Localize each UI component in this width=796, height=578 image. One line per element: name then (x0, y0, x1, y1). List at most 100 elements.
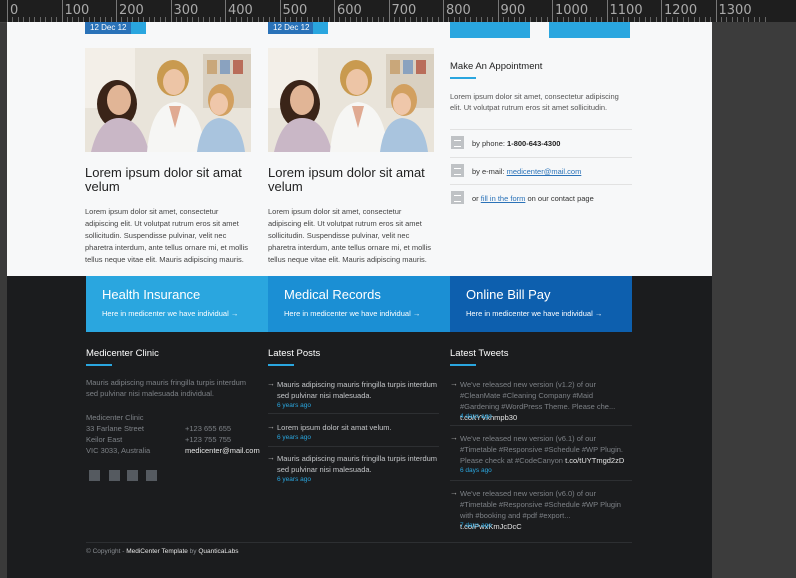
post-date: 6 years ago (277, 434, 311, 441)
footer-tweets-heading: Latest Tweets (450, 348, 509, 359)
form-prefix: or (472, 194, 479, 203)
ruler-label: 1200 (664, 3, 698, 18)
clinic-address-line: Medicenter Clinic (86, 413, 144, 422)
ruler-tick: 800 (443, 0, 471, 22)
author-link[interactable]: QuanticaLabs (198, 548, 238, 555)
email-link[interactable]: medicenter@mail.com (507, 167, 582, 176)
ruler-tick: 600 (334, 0, 362, 22)
phone-prefix: by phone: (472, 139, 505, 148)
blog-section: 12 Dec 12 12 Dec 12 Lorem ipsum dolor si… (7, 22, 712, 276)
ruler-tick: 500 (279, 0, 307, 22)
ruler-label: 500 (282, 3, 308, 18)
ruler: 0 100 200 300 400 500 600 700 800 900 1000 1100 1200… (0, 0, 796, 23)
ruler-tick: 100 (61, 0, 89, 22)
post-date-badge: 12 Dec 12 (268, 22, 315, 34)
post-title-link[interactable]: Lorem ipsum dolor sit amat velum (268, 166, 438, 194)
tweet-link[interactable]: t.co/tUYTmgd2zD (565, 456, 624, 465)
appointment-heading: Make An Appointment (450, 61, 543, 72)
cta-title: Health Insurance (102, 287, 201, 302)
arrow-right-icon: → (267, 422, 275, 431)
copyright: © Copyright - MediCenter Template by Qua… (86, 548, 238, 555)
footer-post-link[interactable]: Mauris adipiscing mauris fringilla turpi… (277, 453, 439, 475)
mail-icon[interactable] (146, 470, 157, 481)
post-excerpt: Lorem ipsum dolor sit amet, consectetur … (85, 207, 248, 264)
twitter-icon[interactable] (109, 470, 120, 481)
phone-icon (451, 136, 464, 149)
tweet-date[interactable]: 7 days ago (460, 522, 492, 529)
contact-form-link[interactable]: fill in the form (481, 194, 526, 203)
heading-accent (268, 364, 294, 366)
footer-post-link[interactable]: Mauris adipiscing mauris fringilla turpi… (277, 379, 439, 401)
ruler-tick: 1200 (661, 0, 697, 22)
appointment-text: Lorem ipsum dolor sit amet, consectetur … (450, 92, 619, 112)
divider (450, 425, 632, 426)
mail-icon (451, 164, 464, 177)
ruler-tick: 200 (116, 0, 144, 22)
email-prefix: by e-mail: (472, 167, 505, 176)
template-link[interactable]: MediCenter Template (126, 548, 188, 555)
ruler-tick: 1000 (552, 0, 588, 22)
ruler-label: 200 (119, 3, 144, 18)
heading-accent (86, 364, 112, 366)
footer-divider (86, 542, 632, 543)
ruler-label: 1000 (555, 3, 589, 18)
webpage-canvas: 12 Dec 12 12 Dec 12 Lorem ipsum dolor si… (7, 22, 712, 578)
post-image[interactable] (268, 48, 434, 152)
cta-title: Medical Records (284, 287, 381, 302)
tweet-date[interactable]: 4 days ago (460, 413, 492, 420)
arrow-right-icon: → (450, 488, 458, 497)
form-suffix: on our contact page (527, 194, 594, 203)
comments-badge[interactable] (131, 22, 146, 34)
footer-posts-heading: Latest Posts (268, 348, 321, 359)
footer-post-link[interactable]: Lorem ipsum dolor sit amat velum. (277, 422, 439, 433)
post-title-link[interactable]: Lorem ipsum dolor sit amat velum (85, 166, 255, 194)
post-image[interactable] (85, 48, 251, 152)
copyright-by: by (187, 548, 199, 555)
post-date-badge: 12 Dec 12 (85, 22, 132, 34)
ruler-label: 300 (173, 3, 199, 18)
cta-subtitle: Here in medicenter we have individual → (466, 309, 603, 318)
phone-number: 1-800-643-4300 (507, 139, 561, 148)
clinic-address-line: 33 Farlane Street (86, 424, 144, 433)
arrow-right-icon: → (267, 379, 275, 388)
ruler-label: 700 (391, 3, 417, 18)
cta-health-insurance[interactable]: Health Insurance Here in medicenter we h… (86, 276, 268, 332)
ruler-label: 800 (446, 3, 471, 18)
divider (268, 413, 439, 414)
clinic-email-link[interactable]: medicenter@mail.com (185, 445, 260, 456)
ruler-tick: 1300 (715, 0, 752, 22)
post-excerpt: Lorem ipsum dolor sit amet, consectetur … (268, 207, 431, 264)
ruler-tick: 400 (225, 0, 253, 22)
rss-icon[interactable] (127, 470, 138, 481)
ruler-tick: 700 (388, 0, 416, 22)
appointment-tab-button[interactable] (549, 22, 630, 38)
cta-online-bill-pay[interactable]: Online Bill Pay Here in medicenter we ha… (450, 276, 632, 332)
heading-accent (450, 364, 476, 366)
cta-subtitle: Here in medicenter we have individual → (284, 309, 421, 318)
comments-badge[interactable] (313, 22, 328, 34)
ruler-tick: 1100 (606, 0, 643, 22)
contact-phone: by phone: 1-800-643-4300 (450, 129, 632, 154)
clinic-phone: +123 755 755 (185, 435, 232, 444)
clinic-phone: +123 655 655 (185, 424, 232, 433)
ruler-label: 100 (64, 3, 90, 18)
ruler-label: 600 (337, 3, 362, 18)
appointment-tab-button[interactable] (450, 22, 530, 38)
tweet-date[interactable]: 6 days ago (460, 467, 492, 474)
ruler-label: 400 (228, 3, 253, 18)
cta-title: Online Bill Pay (466, 287, 551, 302)
ruler-tick: 900 (497, 0, 525, 22)
arrow-right-icon: → (450, 379, 458, 388)
ruler-label: 1100 (609, 3, 643, 18)
copyright-prefix: © Copyright - (86, 548, 127, 555)
contact-form: or fill in the form on our contact page (450, 184, 632, 209)
cta-medical-records[interactable]: Medical Records Here in medicenter we ha… (268, 276, 450, 332)
post-date: 6 years ago (277, 402, 311, 409)
footer-clinic-heading: Medicenter Clinic (86, 348, 159, 359)
arrow-right-icon: → (450, 433, 458, 442)
clinic-address-line: Keilor East (86, 435, 123, 444)
divider (450, 480, 632, 481)
facebook-icon[interactable] (89, 470, 100, 481)
ruler-tick: 0 (7, 0, 18, 22)
contact-email: by e-mail: medicenter@mail.com (450, 157, 632, 182)
